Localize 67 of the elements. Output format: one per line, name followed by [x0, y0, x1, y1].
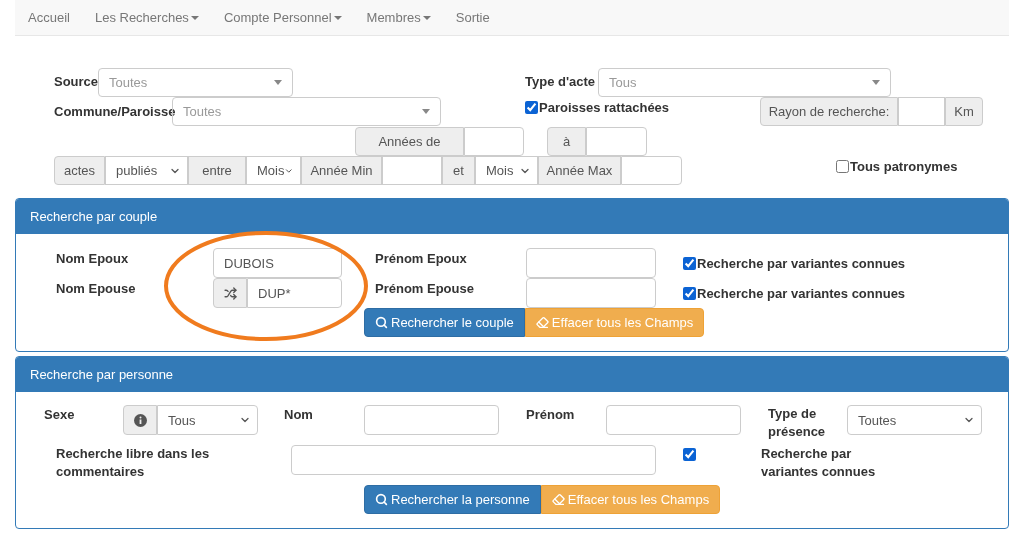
input-field[interactable]: [291, 445, 656, 475]
input-addon: entre: [188, 156, 246, 185]
nav-link[interactable]: Compte Personnel: [211, 10, 355, 25]
eraser-icon: [551, 493, 565, 506]
input-field[interactable]: DUP*: [247, 278, 342, 308]
field-label: Source: [54, 73, 98, 91]
search-icon: [375, 316, 388, 329]
input-field[interactable]: [606, 405, 741, 435]
input-addon: Année Max: [538, 156, 621, 185]
field-label: Nom: [284, 406, 314, 424]
select-field[interactable]: Tous: [157, 405, 258, 435]
input-field[interactable]: [526, 248, 656, 278]
field-label: Nom Epouse: [56, 280, 137, 298]
shuffle-icon: [223, 286, 237, 300]
select-field[interactable]: Mois: [246, 156, 301, 185]
checkbox[interactable]: [683, 448, 696, 461]
input-addon: à: [547, 127, 586, 156]
input-field[interactable]: [898, 97, 945, 126]
input-addon: Rayon de recherche:: [760, 97, 898, 126]
nav-link[interactable]: Sortie: [443, 10, 503, 25]
input-addon: Km: [945, 97, 983, 126]
source-select[interactable]: Toutes: [98, 67, 293, 97]
field-label: Type de présence: [768, 405, 827, 441]
input-addon: Année Min: [301, 156, 382, 185]
type-select[interactable]: Tous: [598, 67, 891, 97]
input-field[interactable]: DUBOIS: [213, 248, 342, 278]
caret-icon: [422, 15, 431, 20]
select-field[interactable]: publiés: [105, 156, 188, 185]
caret-icon: [190, 15, 199, 20]
search-button[interactable]: Rechercher la personne: [364, 485, 541, 514]
nav-link[interactable]: Membres: [354, 10, 444, 25]
checkbox[interactable]: [836, 160, 849, 173]
field-label: Prénom Epouse: [374, 280, 475, 298]
checkbox[interactable]: [683, 286, 696, 300]
checkbox-label: Recherche par variantes connues: [697, 285, 906, 301]
checkbox[interactable]: [683, 256, 696, 270]
checkbox-label: Paroisses rattachées: [539, 100, 670, 115]
eraser-icon: [535, 316, 549, 329]
input-field[interactable]: [382, 156, 442, 185]
field-label: Nom Epoux: [56, 250, 130, 268]
input-addon: Années de: [355, 127, 464, 156]
checkbox-label: Recherche par variantes connues: [697, 255, 906, 271]
input-field[interactable]: [621, 156, 682, 185]
search-icon: [375, 493, 388, 506]
select-field[interactable]: Toutes: [847, 405, 982, 435]
input-field[interactable]: [526, 278, 656, 308]
caret-icon: [333, 15, 342, 20]
info-icon: [133, 413, 147, 427]
nav-link[interactable]: Accueil: [15, 10, 83, 25]
field-label: Prénom: [526, 406, 576, 424]
input-addon: et: [442, 156, 475, 185]
input-addon: actes: [54, 156, 105, 185]
checkbox-label: Tous patronymes: [850, 159, 958, 174]
field-label: Prénom Epoux: [374, 250, 468, 268]
input-field[interactable]: [464, 127, 524, 156]
field-label: Recherche libre dans les commentaires: [56, 445, 211, 481]
panel-title: Recherche par personne: [16, 357, 1008, 392]
select-field[interactable]: Mois: [475, 156, 538, 185]
field-label: Sexe: [44, 406, 76, 424]
panel-title: Recherche par couple: [16, 199, 1008, 234]
search-button[interactable]: Rechercher le couple: [364, 308, 525, 337]
input-field[interactable]: [364, 405, 499, 435]
field-label: Type d'acte: [525, 73, 597, 91]
input-field[interactable]: [586, 127, 647, 156]
checkbox[interactable]: [525, 101, 538, 114]
field-label: Recherche par variantes connues: [761, 445, 877, 481]
nav-link[interactable]: Les Recherches: [82, 10, 212, 25]
